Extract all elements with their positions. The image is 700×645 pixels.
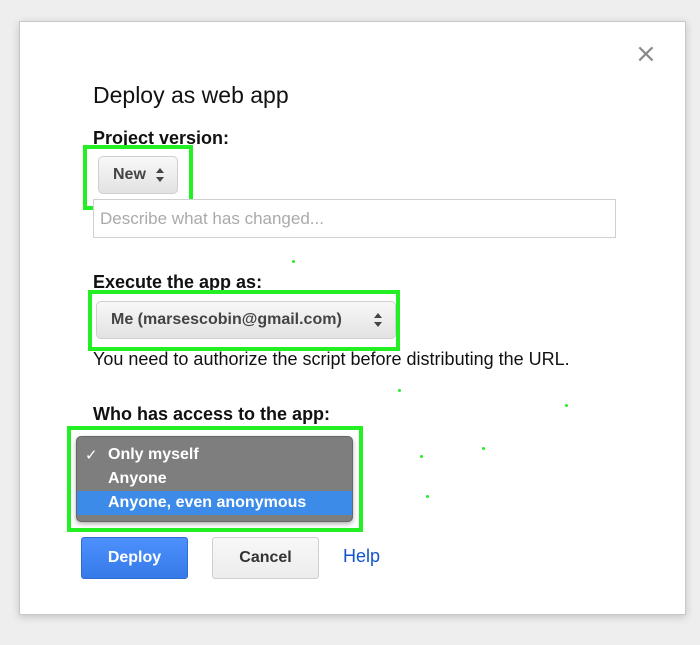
annotation-dot — [482, 447, 485, 450]
access-option-label: Anyone, even anonymous — [108, 494, 307, 511]
checkmark-icon: ✓ — [85, 446, 98, 464]
deploy-dialog: × Deploy as web app Project version: New… — [19, 21, 686, 615]
access-option-only-myself[interactable]: ✓ Only myself — [77, 443, 352, 467]
authorize-note: You need to authorize the script before … — [93, 349, 570, 369]
access-option-anyone-anonymous[interactable]: Anyone, even anonymous — [77, 491, 352, 515]
project-version-label: Project version: — [93, 128, 230, 148]
access-option-label: Anyone — [108, 470, 167, 487]
access-option-label: Only myself — [108, 446, 199, 463]
project-version-select[interactable]: New — [98, 156, 178, 194]
cancel-button[interactable]: Cancel — [212, 537, 319, 579]
annotation-dot — [565, 404, 568, 407]
dialog-title: Deploy as web app — [93, 82, 289, 108]
access-option-anyone[interactable]: Anyone — [77, 467, 352, 491]
deploy-button[interactable]: Deploy — [81, 537, 188, 579]
access-dropdown-menu: ✓ Only myself Anyone Anyone, even anonym… — [76, 436, 353, 522]
execute-as-select[interactable]: Me (marsescobin@gmail.com) — [96, 301, 396, 339]
select-arrows-icon — [374, 312, 383, 328]
access-label: Who has access to the app: — [93, 404, 331, 424]
annotation-dot — [398, 389, 401, 392]
annotation-dot — [426, 495, 429, 498]
annotation-dot — [420, 455, 423, 458]
close-icon[interactable]: × — [635, 41, 657, 67]
select-arrows-icon — [156, 167, 165, 183]
annotation-dot — [292, 260, 295, 263]
version-description-input[interactable] — [93, 199, 616, 238]
project-version-value: New — [113, 166, 146, 183]
help-link[interactable]: Help — [343, 546, 380, 567]
execute-as-label: Execute the app as: — [93, 272, 263, 292]
execute-as-value: Me (marsescobin@gmail.com) — [111, 311, 342, 328]
